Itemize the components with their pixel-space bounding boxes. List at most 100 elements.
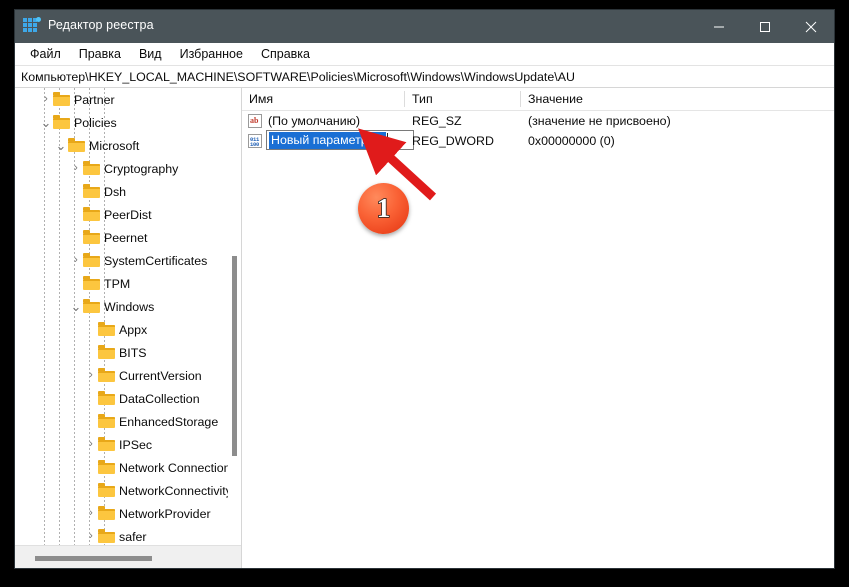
tree-vertical-scrollbar[interactable] <box>228 88 241 546</box>
tree-vertical-scrollbar-thumb[interactable] <box>232 256 237 456</box>
folder-icon <box>98 345 115 359</box>
tree-node-datacollection[interactable]: DataCollection <box>15 387 241 410</box>
minimize-button[interactable] <box>696 10 742 43</box>
chevron-right-icon[interactable]: › <box>69 157 83 180</box>
address-path: Компьютер\HKEY_LOCAL_MACHINE\SOFTWARE\Po… <box>21 69 575 84</box>
rename-input-value: Новый параметр #1 <box>269 131 386 149</box>
registry-tree-pane: › Partner ⌄ Policies ⌄ Microsoft › Cryptography… <box>15 88 241 568</box>
column-header-name[interactable]: Имя <box>242 88 404 110</box>
maximize-button[interactable] <box>742 10 788 43</box>
tree-node-label: SystemCertificates <box>104 253 208 268</box>
chevron-right-icon[interactable]: › <box>84 525 98 546</box>
tree-node-partner[interactable]: › Partner <box>15 88 241 111</box>
tree-node-label: Windows <box>104 299 155 314</box>
folder-icon <box>98 437 115 451</box>
tree-node-label: NetworkProvider <box>119 506 211 521</box>
tree-node-peernet[interactable]: Peernet <box>15 226 241 249</box>
tree-node-label: safer <box>119 529 147 544</box>
folder-icon <box>83 299 100 313</box>
tree-node-label: IPSec <box>119 437 153 452</box>
menu-item-file[interactable]: Файл <box>21 45 70 63</box>
tree-node-label: Dsh <box>104 184 127 199</box>
folder-icon <box>98 460 115 474</box>
tree-node-label: NetworkConnectivity <box>119 483 232 498</box>
tree-node-label: Cryptography <box>104 161 179 176</box>
tree-node-peerdist[interactable]: PeerDist <box>15 203 241 226</box>
tree-node-label: PeerDist <box>104 207 152 222</box>
title-bar: Редактор реестра <box>15 10 834 43</box>
menu-item-favorites[interactable]: Избранное <box>171 45 252 63</box>
column-header-value[interactable]: Значение <box>521 88 821 110</box>
screenshot-root: Редактор реестра Файл Правка Вид Избранн… <box>0 0 849 587</box>
tree-node-microsoft[interactable]: ⌄ Microsoft <box>15 134 241 157</box>
tree-node-label: Appx <box>119 322 148 337</box>
tree-node-label: Policies <box>74 115 117 130</box>
tree-horizontal-scrollbar[interactable] <box>15 545 241 568</box>
registry-editor-window: Редактор реестра Файл Правка Вид Избранн… <box>14 9 835 569</box>
chevron-right-icon[interactable]: › <box>39 88 53 111</box>
table-row[interactable]: 011 100 Новый параметр #1 REG_DWORD 0x000000… <box>242 130 834 151</box>
chevron-down-icon[interactable]: ⌄ <box>69 295 83 318</box>
folder-icon <box>98 506 115 520</box>
reg-sz-icon: ab <box>248 114 262 128</box>
folder-icon <box>83 207 100 221</box>
registry-editor-icon <box>23 17 41 35</box>
tree-node-windows[interactable]: ⌄ Windows <box>15 295 241 318</box>
tree-node-label: DataCollection <box>119 391 200 406</box>
tree-node-currentversion[interactable]: › CurrentVersion <box>15 364 241 387</box>
tree-node-systemcertificates[interactable]: › SystemCertificates <box>15 249 241 272</box>
menu-item-edit[interactable]: Правка <box>70 45 130 63</box>
folder-icon <box>83 184 100 198</box>
tree-node-networkconnectivity[interactable]: NetworkConnectivity <box>15 479 241 502</box>
column-header-type[interactable]: Тип <box>405 88 520 110</box>
tree-node-tpm[interactable]: TPM <box>15 272 241 295</box>
tree-horizontal-scrollbar-thumb[interactable] <box>35 556 152 561</box>
close-button[interactable] <box>788 10 834 43</box>
tree-node-label: CurrentVersion <box>119 368 202 383</box>
rename-input[interactable]: Новый параметр #1 <box>266 130 414 150</box>
tree-node-label: EnhancedStorage <box>119 414 219 429</box>
folder-icon <box>83 253 100 267</box>
reg-dword-icon: 011 100 <box>248 134 262 148</box>
tree-node-label: BITS <box>119 345 147 360</box>
folder-icon <box>83 230 100 244</box>
tree-node-networkprovider[interactable]: › NetworkProvider <box>15 502 241 525</box>
chevron-down-icon[interactable]: ⌄ <box>54 134 68 157</box>
values-list-pane: Имя Тип Значение ab (По умолчанию) REG_SZ (… <box>241 88 834 568</box>
tree-node-safer[interactable]: › safer <box>15 525 241 546</box>
tree-node-appx[interactable]: Appx <box>15 318 241 341</box>
folder-icon <box>68 138 85 152</box>
tree-node-policies[interactable]: ⌄ Policies <box>15 111 241 134</box>
menu-item-view[interactable]: Вид <box>130 45 171 63</box>
registry-tree[interactable]: › Partner ⌄ Policies ⌄ Microsoft › Cryptography… <box>15 88 241 546</box>
folder-icon <box>53 92 70 106</box>
cell-type: REG_SZ <box>412 114 462 128</box>
folder-icon <box>98 391 115 405</box>
tree-node-bits[interactable]: BITS <box>15 341 241 364</box>
folder-icon <box>53 115 70 129</box>
values-list-body[interactable]: ab (По умолчанию) REG_SZ (значение не присв… <box>242 111 834 151</box>
table-row[interactable]: ab (По умолчанию) REG_SZ (значение не присв… <box>242 111 834 131</box>
tree-node-ipsec[interactable]: › IPSec <box>15 433 241 456</box>
tree-node-cryptography[interactable]: › Cryptography <box>15 157 241 180</box>
cell-value: (значение не присвоено) <box>528 114 671 128</box>
menu-item-help[interactable]: Справка <box>252 45 319 63</box>
chevron-right-icon[interactable]: › <box>84 433 98 456</box>
tree-node-network-connections[interactable]: Network Connections <box>15 456 241 479</box>
tree-node-label: Peernet <box>104 230 148 245</box>
chevron-right-icon[interactable]: › <box>84 364 98 387</box>
chevron-right-icon[interactable]: › <box>84 502 98 525</box>
folder-icon <box>98 414 115 428</box>
tree-node-enhancedstorage[interactable]: EnhancedStorage <box>15 410 241 433</box>
content-area: › Partner ⌄ Policies ⌄ Microsoft › Cryptography… <box>15 88 834 568</box>
cell-value: 0x00000000 (0) <box>528 134 615 148</box>
chevron-right-icon[interactable]: › <box>69 249 83 272</box>
folder-icon <box>98 529 115 543</box>
menu-bar: Файл Правка Вид Избранное Справка <box>15 43 834 65</box>
tree-node-dsh[interactable]: Dsh <box>15 180 241 203</box>
folder-icon <box>83 161 100 175</box>
tree-node-label: TPM <box>104 276 131 291</box>
cell-type: REG_DWORD <box>412 134 494 148</box>
address-bar[interactable]: Компьютер\HKEY_LOCAL_MACHINE\SOFTWARE\Po… <box>15 65 834 88</box>
chevron-down-icon[interactable]: ⌄ <box>39 111 53 134</box>
